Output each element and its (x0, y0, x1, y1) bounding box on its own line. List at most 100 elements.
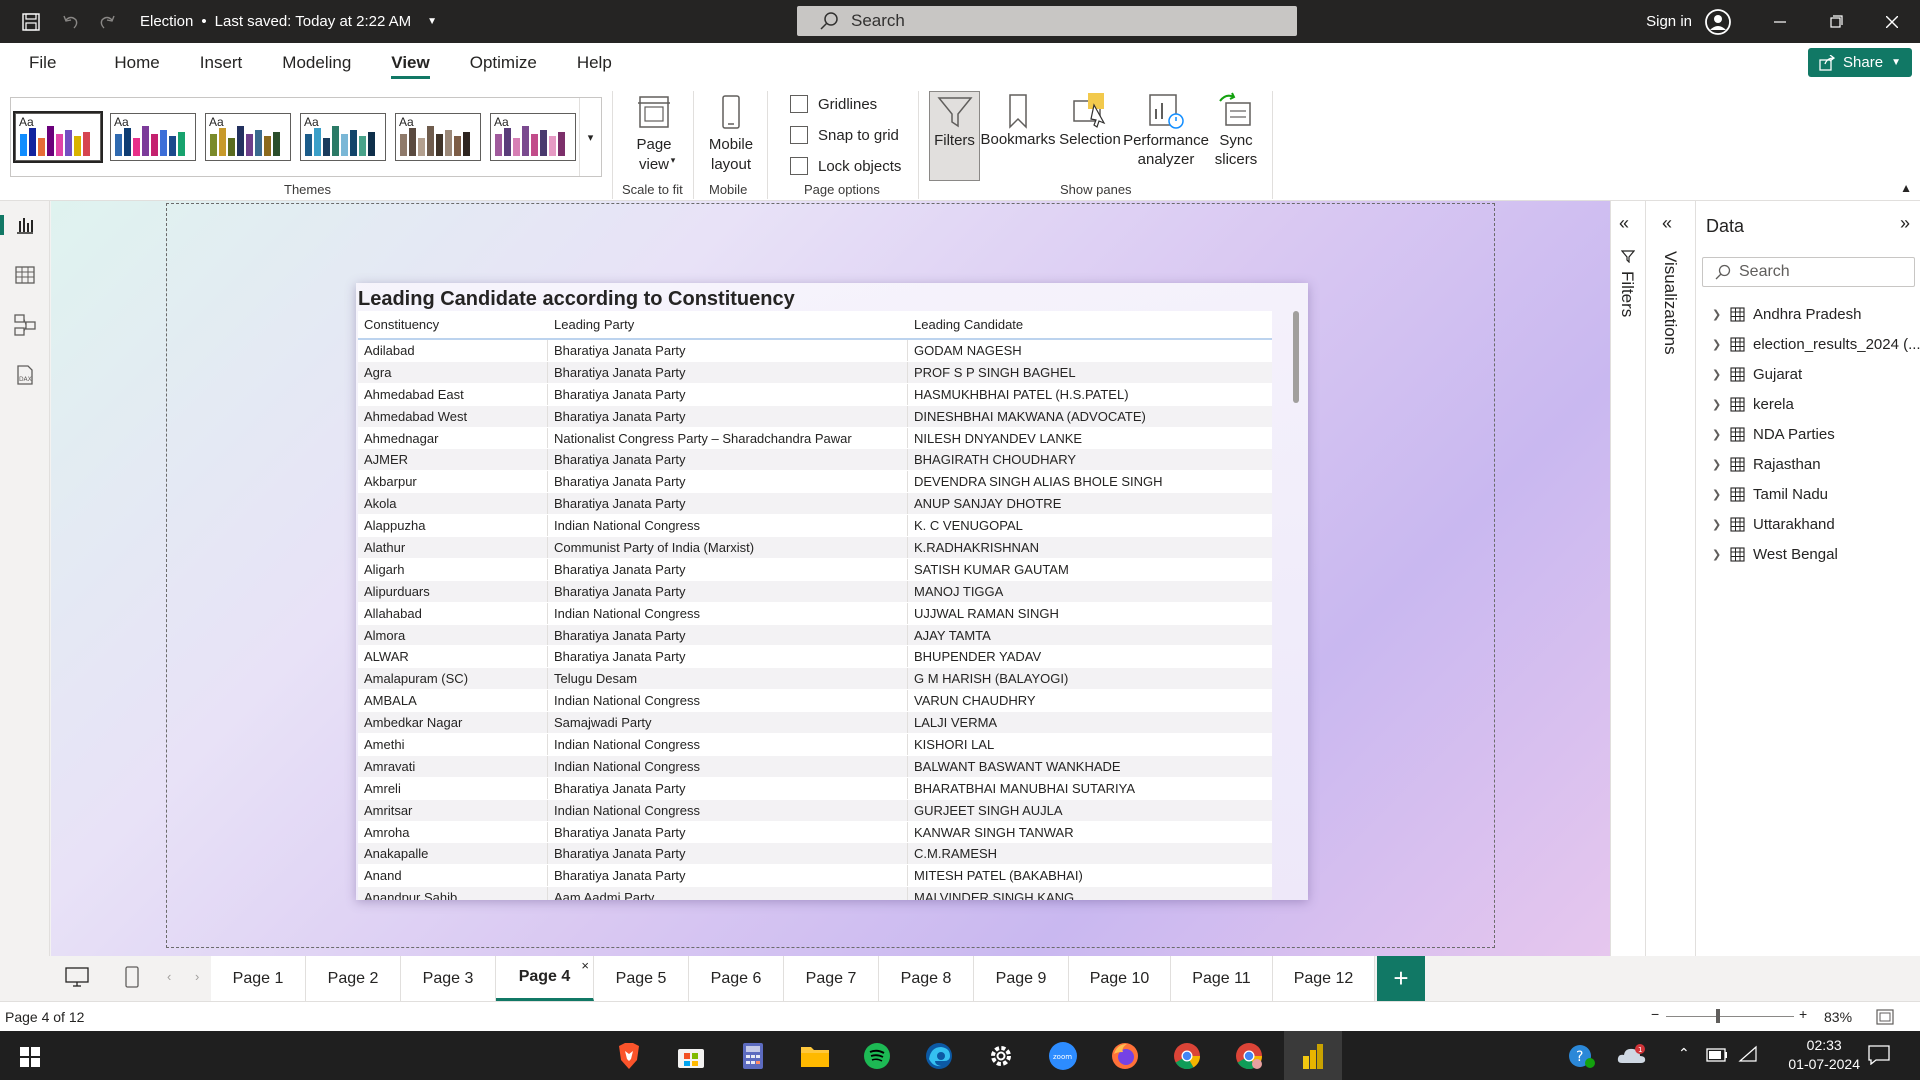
table-row[interactable]: Alathur Communist Party of India (Marxist… (358, 537, 1272, 559)
sync-slicers-button[interactable]: Sync slicers (1212, 91, 1260, 181)
zoom-slider-thumb[interactable] (1716, 1009, 1720, 1023)
help-icon[interactable]: ? (1568, 1043, 1596, 1072)
file-explorer-icon[interactable] (798, 1039, 832, 1073)
data-table-item[interactable]: ❯ West Bengal (1712, 546, 1838, 563)
data-table-item[interactable]: ❯ Gujarat (1712, 366, 1802, 383)
settings-gear-icon[interactable] (984, 1039, 1018, 1073)
themes-more-button[interactable]: ▾ (579, 98, 601, 176)
table-row[interactable]: Akola Bharatiya Janata Party ANUP SANJAY D… (358, 493, 1272, 516)
chevron-right-icon[interactable]: ❯ (1712, 398, 1722, 411)
page-tab[interactable]: Page 8 (879, 956, 974, 1001)
page-view-button[interactable]: Page view ▾ (630, 93, 678, 173)
selection-pane-button[interactable]: Selection (1058, 91, 1122, 181)
chevron-right-icon[interactable]: ❯ (1712, 458, 1722, 471)
table-row[interactable]: Amalapuram (SC) Telugu Desam G M HARISH (B… (358, 668, 1272, 691)
notification-icon[interactable] (1868, 1045, 1890, 1068)
page-tab[interactable]: Page 9 (974, 956, 1069, 1001)
report-canvas[interactable]: Leading Candidate according to Constitue… (51, 201, 1610, 956)
table-row[interactable]: Anakapalle Bharatiya Janata Party C.M.RAME… (358, 843, 1272, 866)
table-row[interactable]: Alappuzha Indian National Congress K. C VE… (358, 515, 1272, 538)
share-button[interactable]: Share ▼ (1808, 48, 1912, 77)
chevron-right-icon[interactable]: ❯ (1712, 488, 1722, 501)
data-table-item[interactable]: ❯ Andhra Pradesh (1712, 306, 1861, 323)
page-tab[interactable]: Page 10 (1069, 956, 1171, 1001)
zoom-slider[interactable] (1666, 1009, 1794, 1023)
menu-optimize[interactable]: Optimize (450, 43, 557, 83)
theme-swatch[interactable]: Aa (300, 113, 386, 161)
chevron-right-icon[interactable]: ❯ (1712, 308, 1722, 321)
chrome-profile-icon[interactable] (1232, 1039, 1266, 1073)
prev-page-icon[interactable]: ‹ (167, 969, 171, 984)
theme-swatch[interactable]: Aa (13, 111, 103, 163)
table-row[interactable]: Allahabad Indian National Congress UJJWAL … (358, 602, 1272, 625)
brave-icon[interactable] (612, 1039, 646, 1073)
firefox-icon[interactable] (1108, 1039, 1142, 1073)
visualizations-pane-label[interactable]: Visualizations (1660, 251, 1680, 355)
menu-modeling[interactable]: Modeling (262, 43, 371, 83)
filters-pane-label[interactable]: Filters (1617, 271, 1637, 317)
avatar-icon[interactable] (1704, 8, 1732, 36)
table-row[interactable]: Amravati Indian National Congress BALWANT … (358, 755, 1272, 778)
menu-file[interactable]: File (0, 43, 76, 83)
table-visual[interactable]: Leading Candidate according to Constitue… (356, 283, 1308, 900)
report-view-icon[interactable] (13, 213, 37, 237)
bookmarks-pane-button[interactable]: Bookmarks (980, 91, 1056, 181)
theme-swatch[interactable]: Aa (490, 113, 576, 161)
table-row[interactable]: Agra Bharatiya Janata Party PROF S P SINGH… (358, 361, 1272, 384)
expand-filters-icon[interactable]: « (1619, 213, 1629, 234)
calculator-icon[interactable] (736, 1039, 770, 1073)
page-tab[interactable]: Page 11 (1171, 956, 1273, 1001)
performance-analyzer-button[interactable]: Performance analyzer (1123, 91, 1209, 181)
table-row[interactable]: Aligarh Bharatiya Janata Party SATISH KUMA… (358, 558, 1272, 581)
menu-help[interactable]: Help (557, 43, 632, 83)
data-table-item[interactable]: ❯ NDA Parties (1712, 426, 1835, 443)
page-tab[interactable]: Page 1 (211, 956, 306, 1001)
close-button[interactable] (1864, 0, 1920, 43)
chrome-icon[interactable] (1170, 1039, 1204, 1073)
windows-start-icon[interactable] (20, 1047, 40, 1070)
menu-home[interactable]: Home (76, 43, 179, 83)
redo-icon[interactable] (96, 11, 118, 33)
maximize-button[interactable] (1808, 0, 1864, 43)
table-row[interactable]: Anandpur Sahib Aam Aadmi Party MALVINDER S… (358, 887, 1272, 900)
zoom-out-icon[interactable]: − (1651, 1006, 1659, 1022)
chevron-right-icon[interactable]: ❯ (1712, 428, 1722, 441)
data-table-item[interactable]: ❯ Uttarakhand (1712, 516, 1835, 533)
table-row[interactable]: Ahmedabad East Bharatiya Janata Party HASM… (358, 383, 1272, 406)
chevron-right-icon[interactable]: ❯ (1712, 518, 1722, 531)
table-scrollbar[interactable] (1292, 311, 1300, 896)
zoom-in-icon[interactable]: + (1799, 1006, 1807, 1022)
column-header[interactable]: Constituency (358, 311, 548, 338)
theme-swatch[interactable]: Aa (395, 113, 481, 161)
data-search-input[interactable]: Search (1702, 257, 1915, 287)
table-row[interactable]: Amroha Bharatiya Janata Party KANWAR SINGH… (358, 821, 1272, 844)
wifi-icon[interactable] (1738, 1045, 1758, 1066)
page-tab[interactable]: Page 6 (689, 956, 784, 1001)
scrollbar-thumb[interactable] (1293, 311, 1299, 403)
sign-in-link[interactable]: Sign in (1646, 13, 1692, 30)
minimize-button[interactable] (1752, 0, 1808, 43)
theme-swatch[interactable]: Aa (205, 113, 291, 161)
gridlines-checkbox[interactable]: Gridlines (790, 95, 877, 113)
model-view-icon[interactable] (13, 313, 37, 337)
fit-to-page-icon[interactable] (1876, 1009, 1894, 1028)
collapse-ribbon-icon[interactable]: ▲ (1900, 181, 1912, 195)
mobile-layout-button[interactable]: Mobile layout (703, 93, 759, 175)
zoom-app-icon[interactable]: zoom (1046, 1039, 1080, 1073)
table-row[interactable]: ALWAR Bharatiya Janata Party BHUPENDER YAD… (358, 646, 1272, 669)
power-bi-icon[interactable] (1284, 1031, 1342, 1080)
column-header[interactable]: Leading Candidate (908, 311, 1272, 338)
page-tab[interactable]: Page 3 (401, 956, 496, 1001)
collapse-data-pane-icon[interactable]: » (1900, 213, 1910, 234)
data-table-item[interactable]: ❯ election_results_2024 (... (1712, 336, 1920, 353)
chevron-right-icon[interactable]: ❯ (1712, 368, 1722, 381)
data-table-item[interactable]: ❯ kerela (1712, 396, 1794, 413)
microsoft-store-icon[interactable] (674, 1039, 708, 1073)
page-tab[interactable]: Page 4 × (496, 956, 594, 1001)
expand-visualizations-icon[interactable]: « (1662, 213, 1672, 234)
page-tab[interactable]: Page 7 (784, 956, 879, 1001)
table-row[interactable]: AMBALA Indian National Congress VARUN CHAU… (358, 690, 1272, 713)
table-row[interactable]: Alipurduars Bharatiya Janata Party MANOJ T… (358, 580, 1272, 603)
undo-icon[interactable] (60, 11, 82, 33)
page-tab[interactable]: Page 5 (594, 956, 689, 1001)
